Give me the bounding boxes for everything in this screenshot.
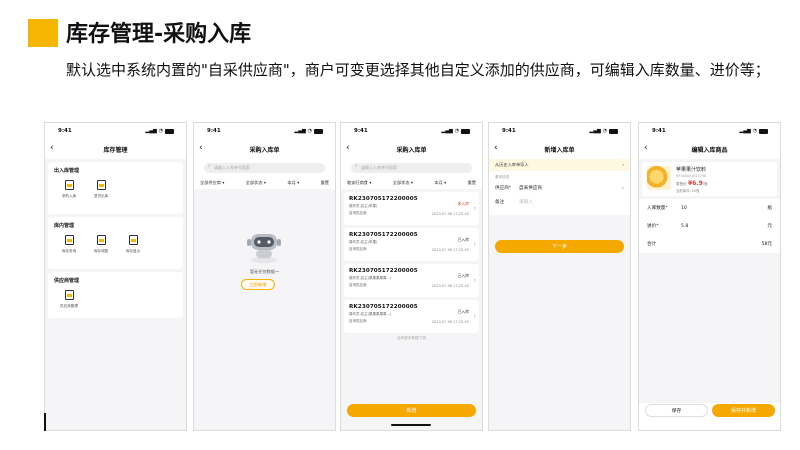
filter-bar: 临安旺商食 ▾ 全部状态 ▾ 本月 ▾ 重置 [341, 177, 482, 189]
status-badge: 已入库 [457, 273, 469, 278]
chevron-right-icon: › [473, 277, 476, 284]
filter-reset[interactable]: 重置 [321, 180, 329, 186]
battery-icon [165, 128, 174, 134]
signal-icons: ▂▄▆ ◔ [294, 128, 323, 134]
battery-icon [314, 128, 323, 134]
home-indicator [391, 424, 431, 426]
status-badge: 已入库 [457, 309, 469, 314]
phone-screen-purchase-list-empty: 9:41 ▂▄▆ ◔ ‹ 采购入库单 请输入入库单号搜索 全部供应商 ▾ 全部状… [193, 122, 336, 431]
menu-item-supplier[interactable]: 供应商管理 [58, 290, 80, 309]
nav-title: 采购入库单 [396, 146, 427, 154]
add-now-button[interactable]: 立即新增 [241, 279, 275, 290]
chevron-right-icon: › [473, 241, 476, 248]
menu-item-stock-adjust[interactable]: 库存调整 [90, 235, 112, 254]
back-icon[interactable]: ‹ [50, 143, 54, 153]
clipboard-icon [128, 235, 138, 245]
search-input[interactable]: 请输入入库单号搜索 [351, 163, 472, 173]
status-bar: 9:41 ▂▄▆ ◔ [639, 123, 780, 139]
phone-screen-new-inbound: 9:41 ▂▄▆ ◔ ‹ 新增入库单 从历史入库单导入 › 基本信息 供应商* … [488, 122, 631, 431]
nav-bar: ‹ 库存管理 [45, 139, 186, 159]
total-row: 合计 58元 [639, 235, 780, 253]
back-icon[interactable]: ‹ [494, 143, 498, 153]
status-bar: 9:41 ▂▄▆ ◔ [194, 123, 335, 139]
remark-field[interactable]: 备注 请输入 [489, 195, 630, 209]
nav-bar: ‹ 采购入库单 [341, 139, 482, 159]
list-item[interactable]: RK230705172200005 操作员:店主(果果果果果...) 自采供应商… [344, 264, 479, 297]
clipboard-icon [64, 180, 74, 190]
chevron-right-icon: › [622, 162, 624, 167]
empty-state-text: 暂无任何数据～ [249, 269, 280, 274]
document-edit-icon [96, 235, 106, 245]
menu-item-return-out[interactable]: 退货出库 [90, 180, 112, 199]
menu-item-purchase-in[interactable]: 采购入库 [58, 180, 80, 199]
save-button[interactable]: 保存 [645, 404, 708, 417]
filter-supplier[interactable]: 临安旺商食 ▾ [347, 180, 371, 186]
page-title: 库存管理-采购入库 [66, 22, 252, 47]
search-input[interactable]: 请输入入库单号搜索 [204, 163, 325, 173]
next-step-button[interactable]: 下一步 [495, 240, 624, 253]
quantity-field[interactable]: 入库数量* 10 瓶 [639, 199, 780, 217]
status-bar: 9:41 ▂▄▆ ◔ [489, 123, 630, 139]
phone-screen-inventory: 9:41 ▂▄▆ ◔ ‹ 库存管理 出入库管理 采购入库 退货出库 库内管理 库… [44, 122, 187, 431]
status-bar: 9:41 ▂▄▆ ◔ [45, 123, 186, 139]
list-item[interactable]: RK230705172200005 操作员:店主(苹果) 自采供应商 已入库 2… [344, 228, 479, 261]
nav-title: 采购入库单 [249, 146, 280, 154]
signal-icons: ▂▄▆ ◔ [589, 128, 618, 134]
filter-month[interactable]: 本月 ▾ [287, 180, 299, 186]
back-icon[interactable]: ‹ [199, 143, 203, 153]
add-button[interactable]: 新增 [347, 404, 476, 417]
filter-month[interactable]: 本月 ▾ [434, 180, 446, 186]
clipboard-icon [96, 180, 106, 190]
filter-supplier[interactable]: 全部供应商 ▾ [200, 180, 224, 186]
signal-icons: ▂▄▆ ◔ [441, 128, 470, 134]
clipboard-icon [64, 290, 74, 300]
page-description: 默认选中系统内置的"自采供应商"，商户可变更选择其他自定义添加的供应商，可编辑入… [66, 61, 770, 79]
battery-icon [461, 128, 470, 134]
menu-item-stock-count[interactable]: 库存盘点 [122, 235, 144, 254]
battery-icon [759, 128, 768, 134]
empty-robot-icon [247, 234, 281, 263]
status-bar: 9:41 ▂▄▆ ◔ [341, 123, 482, 139]
signal-icons: ▂▄▆ ◔ [739, 128, 768, 134]
status-badge: 未入库 [457, 201, 469, 206]
cursor-mark [44, 413, 46, 431]
nav-title: 新增入库单 [544, 146, 575, 154]
section-card: 库内管理 库存查询 库存调整 库存盘点 [48, 217, 183, 269]
nav-title: 库存管理 [103, 146, 128, 154]
section-card: 供应商管理 供应商管理 [48, 272, 183, 318]
phone-screen-purchase-list: 9:41 ▂▄▆ ◔ ‹ 采购入库单 请输入入库单号搜索 临安旺商食 ▾ 全部状… [340, 122, 483, 431]
save-and-add-button[interactable]: 保存并新增 [712, 404, 775, 417]
section-card: 出入库管理 采购入库 退货出库 [48, 162, 183, 214]
clipboard-icon [64, 235, 74, 245]
filter-status[interactable]: 全部状态 ▾ [246, 180, 266, 186]
nav-bar: ‹ 采购入库单 [194, 139, 335, 159]
back-icon[interactable]: ‹ [346, 143, 350, 153]
filter-reset[interactable]: 重置 [468, 180, 476, 186]
title-accent-block [28, 19, 58, 47]
nav-title: 编辑入库商品 [691, 146, 728, 154]
chevron-right-icon: › [621, 184, 624, 192]
supplier-select[interactable]: 供应商* 自采供应商 › [489, 181, 630, 195]
nav-bar: ‹ 新增入库单 [489, 139, 630, 159]
phone-screen-edit-product: 9:41 ▂▄▆ ◔ ‹ 编辑入库商品 苹果果汁饮料 6938800182079… [638, 122, 781, 431]
signal-icons: ▂▄▆ ◔ [145, 128, 174, 134]
status-badge: 已入库 [457, 237, 469, 242]
list-item[interactable]: RK230705172200005 操作员:店主(苹果) 自采供应商 未入库 2… [344, 192, 479, 225]
chevron-right-icon: › [473, 205, 476, 212]
battery-icon [609, 128, 618, 134]
chevron-right-icon: › [473, 313, 476, 320]
import-history-link[interactable]: 从历史入库单导入 › [489, 159, 630, 171]
cost-price-field[interactable]: 进价* 5.8 元 [639, 217, 780, 235]
back-icon[interactable]: ‹ [644, 143, 648, 153]
product-card: 苹果果汁饮料 69388001820798 零售价 ¥6.9/瓶 当前库存: 2… [642, 162, 777, 196]
menu-item-stock-query[interactable]: 库存查询 [58, 235, 80, 254]
no-more-text: 没有更多数据了哦 [397, 336, 426, 340]
nav-bar: ‹ 编辑入库商品 [639, 139, 780, 159]
filter-status[interactable]: 全部状态 ▾ [393, 180, 413, 186]
product-image [647, 166, 671, 190]
filter-bar: 全部供应商 ▾ 全部状态 ▾ 本月 ▾ 重置 [194, 177, 335, 189]
list-item[interactable]: RK230705172200005 操作员:店主(果果果果果...) 自采供应商… [344, 300, 479, 333]
